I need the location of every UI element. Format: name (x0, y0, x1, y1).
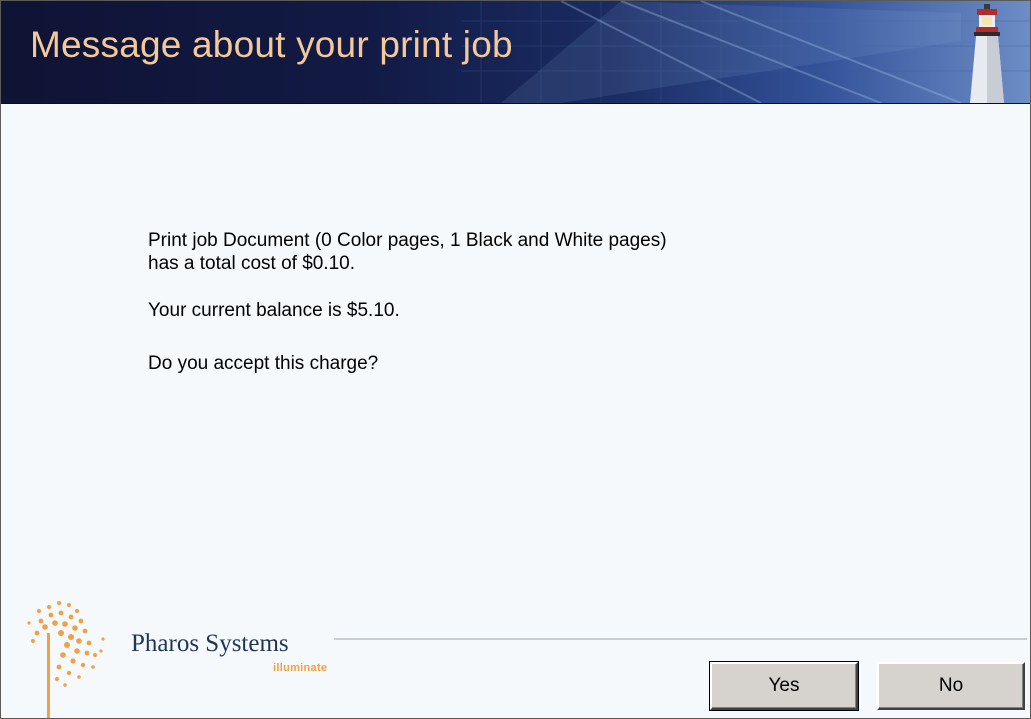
print-job-dialog: Message about your print job Print job D… (0, 0, 1031, 719)
footer-divider (334, 638, 1027, 640)
no-button[interactable]: No (877, 662, 1025, 710)
brand-tagline: illuminate (273, 662, 328, 674)
yes-button[interactable]: Yes (709, 661, 859, 711)
sunburst-logo-icon (27, 601, 105, 718)
cost-line-2: has a total cost of $0.10. (148, 253, 356, 274)
question-text: Do you accept this charge? (148, 353, 379, 374)
banner-header: Message about your print job (1, 1, 1030, 104)
window-title: Message about your print job (30, 24, 513, 65)
balance-text: Your current balance is $5.10. (148, 300, 400, 321)
cost-line-1: Print job Document (0 Color pages, 1 Bla… (148, 230, 667, 251)
lighthouse-icon (970, 4, 1004, 103)
message-body: Print job Document (0 Color pages, 1 Bla… (148, 229, 908, 375)
brand-name: Pharos Systems (131, 630, 289, 657)
